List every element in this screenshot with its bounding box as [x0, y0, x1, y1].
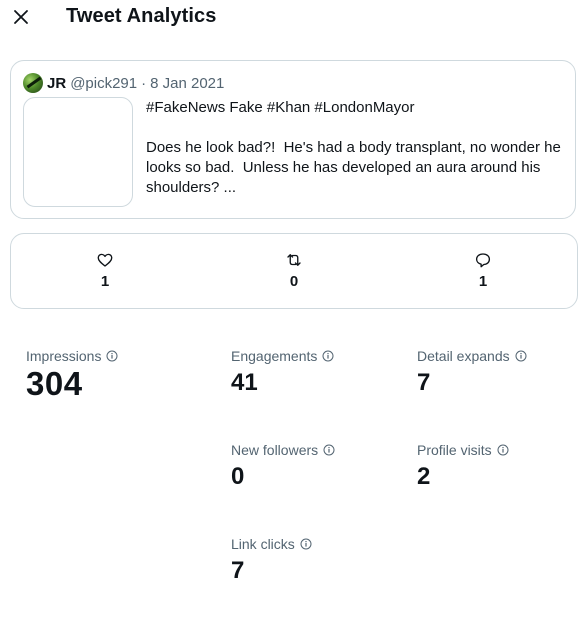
author-name[interactable]: JR [47, 75, 66, 92]
info-icon[interactable] [322, 350, 334, 362]
engagement-metrics: 1 0 1 [10, 233, 578, 309]
stat-link-clicks: Link clicks 7 [231, 536, 312, 585]
stat-new-followers: New followers 0 [231, 442, 335, 491]
retweets-count: 0 [289, 273, 299, 290]
stat-detail-expands: Detail expands 7 [417, 348, 527, 397]
link-clicks-value: 7 [231, 557, 245, 584]
tweet-media[interactable] [23, 97, 133, 207]
impressions-value: 304 [26, 365, 83, 402]
info-icon[interactable] [323, 444, 335, 456]
info-icon[interactable] [300, 538, 312, 550]
profile-visits-label: Profile visits [417, 442, 492, 458]
close-icon [14, 10, 28, 24]
info-icon[interactable] [106, 350, 118, 362]
detail-expands-value: 7 [417, 369, 431, 396]
tweet-card[interactable]: JR @pick291 · 8 Jan 2021 #FakeNews Fake … [10, 60, 576, 219]
page-title: Tweet Analytics [66, 5, 217, 27]
new-followers-label: New followers [231, 442, 319, 458]
tweet-header: JR @pick291 · 8 Jan 2021 [23, 73, 224, 93]
stat-profile-visits: Profile visits 2 [417, 442, 509, 491]
replies-count: 1 [478, 273, 488, 290]
tweet-date[interactable]: 8 Jan 2021 [150, 75, 224, 92]
likes-metric: 1 [85, 251, 125, 290]
reply-icon [475, 253, 491, 268]
engagements-label: Engagements [231, 348, 318, 364]
engagements-value: 41 [231, 369, 258, 396]
profile-visits-value: 2 [417, 463, 431, 490]
info-icon[interactable] [515, 350, 527, 362]
tweet-text: #FakeNews Fake #Khan #LondonMayor Does h… [146, 99, 561, 196]
stat-impressions: Impressions 304 [26, 348, 118, 403]
avatar[interactable] [23, 73, 43, 93]
info-icon[interactable] [497, 444, 509, 456]
impressions-label: Impressions [26, 348, 102, 364]
replies-metric: 1 [463, 251, 503, 290]
separator-dot: · [141, 74, 147, 92]
retweets-metric: 0 [274, 251, 314, 290]
heart-icon [97, 253, 113, 267]
new-followers-value: 0 [231, 463, 245, 490]
likes-count: 1 [100, 273, 110, 290]
close-button[interactable] [8, 4, 34, 30]
link-clicks-label: Link clicks [231, 536, 295, 552]
author-handle[interactable]: @pick291 [70, 75, 137, 92]
detail-expands-label: Detail expands [417, 348, 510, 364]
stat-engagements: Engagements 41 [231, 348, 334, 397]
tweet-analytics-panel: Tweet Analytics JR @pick291 · 8 Jan 2021… [0, 0, 586, 637]
retweet-icon [287, 254, 301, 266]
